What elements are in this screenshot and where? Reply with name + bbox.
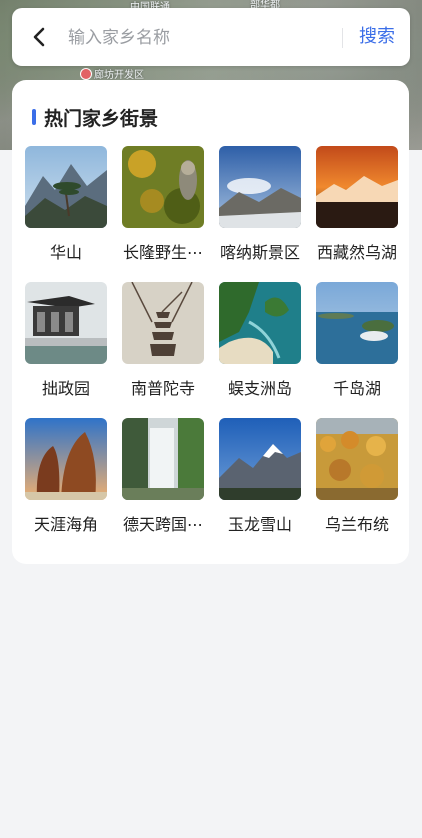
scene-label: 玉龙雪山: [227, 515, 292, 533]
scene-tile[interactable]: 乌兰布统: [316, 418, 398, 533]
map-label: 廊坊开发区: [94, 70, 144, 81]
scene-label: 蜈支洲岛: [227, 379, 292, 397]
scene-tile[interactable]: 拙政园: [25, 282, 107, 397]
search-bar: 搜索: [12, 8, 410, 66]
scene-label: 华山: [49, 243, 82, 261]
scene-thumbnail: [122, 418, 204, 500]
scene-thumbnail: [25, 146, 107, 228]
chevron-left-icon: [33, 27, 45, 47]
section-title: 热门家乡街景: [44, 107, 159, 130]
section-header: 热门家乡街景: [32, 104, 158, 130]
scene-label: 乌兰布统: [324, 515, 389, 533]
scene-label: 天涯海角: [33, 515, 98, 533]
scene-thumbnail: [122, 146, 204, 228]
back-button[interactable]: [24, 22, 54, 52]
scene-thumbnail: [122, 282, 204, 364]
scene-tile[interactable]: 西藏然乌湖: [316, 146, 398, 261]
scene-thumbnail: [219, 418, 301, 500]
scene-tile[interactable]: 玉龙雪山: [219, 418, 301, 533]
scene-tile[interactable]: 喀纳斯景区: [219, 146, 301, 261]
scene-thumbnail: [316, 146, 398, 228]
scene-thumbnail: [25, 418, 107, 500]
scene-thumbnail: [316, 282, 398, 364]
hot-scenes-card: 热门家乡街景 华山 长隆野生⋯ 喀纳斯景区 西藏然乌湖 拙政园 南普陀寺 蜈支洲…: [12, 80, 409, 564]
scene-tile[interactable]: 蜈支洲岛: [219, 282, 301, 397]
scene-label: 南普陀寺: [130, 379, 195, 397]
search-input[interactable]: [66, 20, 340, 56]
scene-label: 长隆野生⋯: [122, 243, 203, 261]
scene-grid: 华山 长隆野生⋯ 喀纳斯景区 西藏然乌湖 拙政园 南普陀寺 蜈支洲岛 千岛湖 天…: [25, 146, 398, 533]
scene-label: 拙政园: [41, 379, 90, 397]
scene-tile[interactable]: 千岛湖: [316, 282, 398, 397]
scene-label: 喀纳斯景区: [219, 243, 300, 261]
scene-thumbnail: [316, 418, 398, 500]
scene-thumbnail: [219, 146, 301, 228]
scene-thumbnail: [219, 282, 301, 364]
scene-label: 西藏然乌湖: [316, 243, 397, 261]
scene-label: 德天跨国⋯: [122, 515, 203, 533]
scene-tile[interactable]: 长隆野生⋯: [122, 146, 204, 261]
accent-bar: [32, 109, 36, 125]
scene-tile[interactable]: 华山: [25, 146, 107, 261]
scene-thumbnail: [25, 282, 107, 364]
scene-tile[interactable]: 南普陀寺: [122, 282, 204, 397]
scene-tile[interactable]: 德天跨国⋯: [122, 418, 204, 533]
scene-tile[interactable]: 天涯海角: [25, 418, 107, 533]
divider: [342, 28, 343, 48]
scene-label: 千岛湖: [332, 379, 381, 397]
map-pin-icon: [80, 68, 92, 80]
search-button[interactable]: 搜索: [352, 18, 402, 56]
